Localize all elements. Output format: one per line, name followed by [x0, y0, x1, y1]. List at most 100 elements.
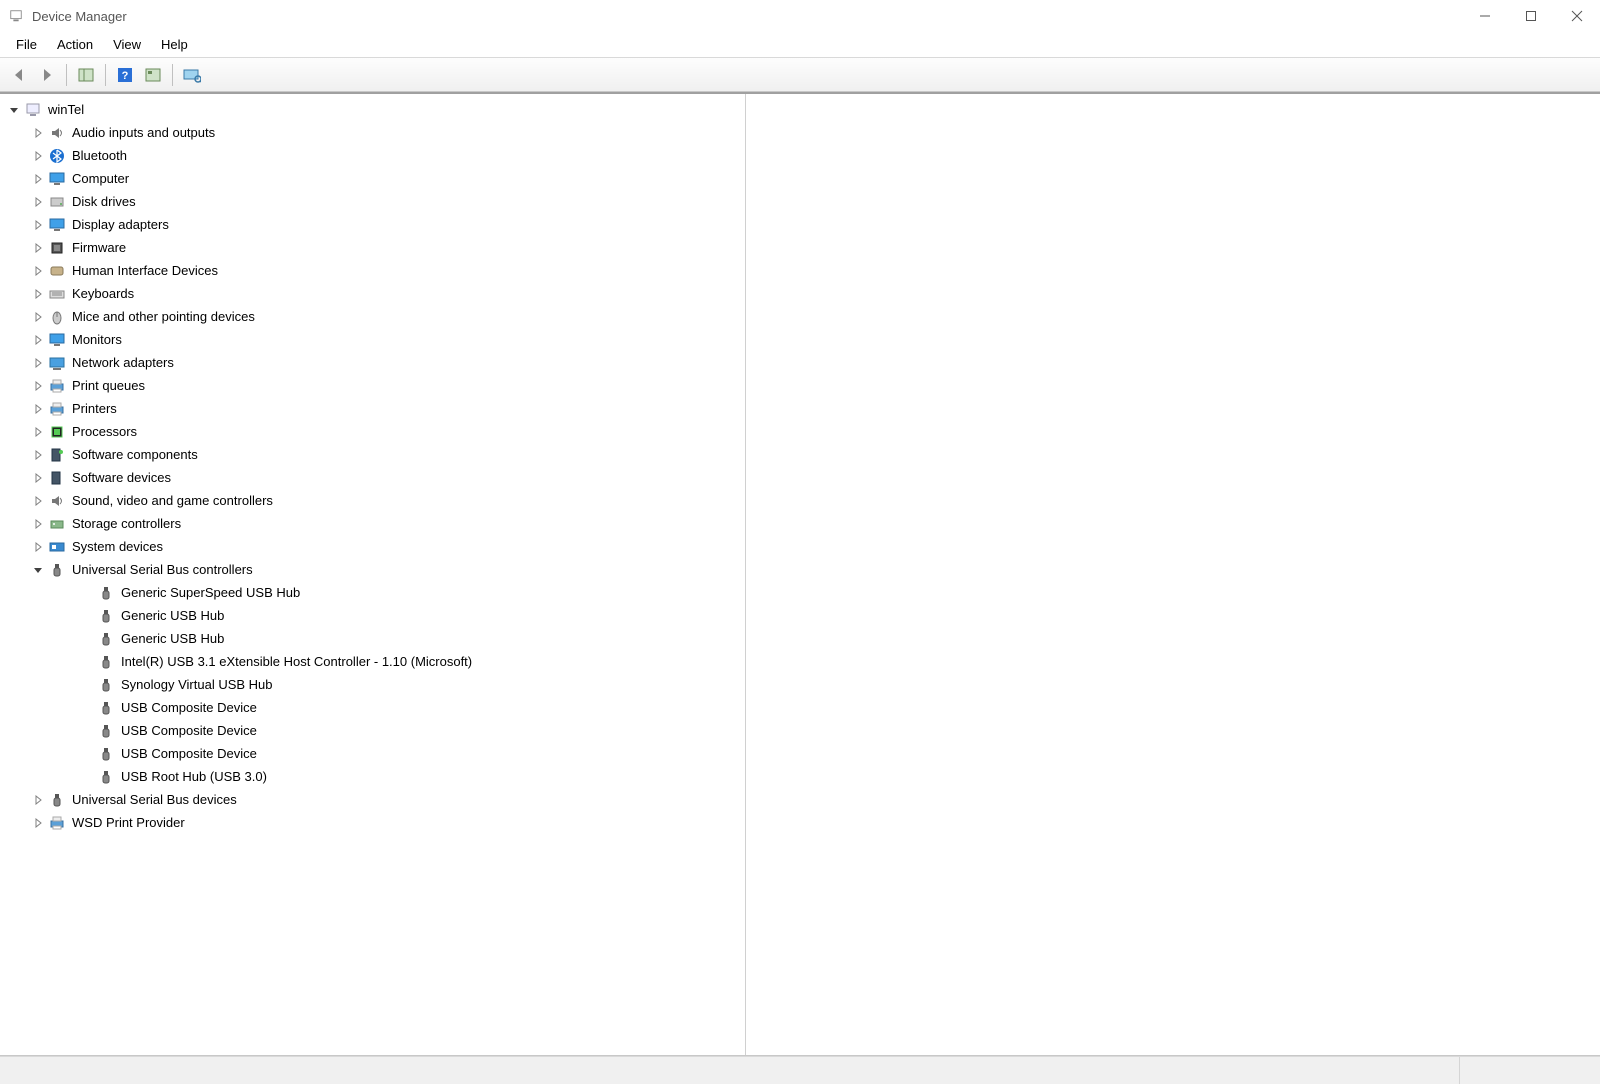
tree-category[interactable]: Keyboards [0, 282, 745, 305]
tree-device[interactable]: USB Composite Device [0, 696, 745, 719]
tree-device[interactable]: Generic USB Hub [0, 627, 745, 650]
tree-item-label: USB Composite Device [121, 700, 257, 715]
chevron-right-icon[interactable] [30, 309, 46, 325]
tree-root[interactable]: winTel [0, 98, 745, 121]
toolbar: ? [0, 58, 1600, 92]
tree-category[interactable]: WSD Print Provider [0, 811, 745, 834]
chevron-right-icon[interactable] [30, 332, 46, 348]
chevron-right-icon[interactable] [30, 148, 46, 164]
chevron-right-icon[interactable] [30, 424, 46, 440]
tree-item-label: Print queues [72, 378, 145, 393]
mouse-icon [48, 308, 66, 326]
properties-button[interactable] [140, 62, 166, 88]
tree-category[interactable]: Mice and other pointing devices [0, 305, 745, 328]
chevron-right-icon[interactable] [30, 240, 46, 256]
tree-category[interactable]: Universal Serial Bus devices [0, 788, 745, 811]
computer-root-icon [24, 101, 42, 119]
titlebar: Device Manager [0, 0, 1600, 32]
keyboard-icon [48, 285, 66, 303]
menu-view[interactable]: View [103, 35, 151, 54]
chevron-down-icon[interactable] [6, 102, 22, 118]
scan-hardware-button[interactable] [179, 62, 205, 88]
tree-device[interactable]: Intel(R) USB 3.1 eXtensible Host Control… [0, 650, 745, 673]
printer-icon [48, 400, 66, 418]
system-icon [48, 538, 66, 556]
svg-text:?: ? [122, 70, 129, 82]
chevron-right-icon[interactable] [30, 516, 46, 532]
toolbar-separator [172, 64, 173, 86]
tree-category[interactable]: Computer [0, 167, 745, 190]
tree-category[interactable]: Monitors [0, 328, 745, 351]
tree-device[interactable]: USB Root Hub (USB 3.0) [0, 765, 745, 788]
chevron-right-icon[interactable] [30, 286, 46, 302]
menu-action[interactable]: Action [47, 35, 103, 54]
tree-category[interactable]: Software devices [0, 466, 745, 489]
tree-category[interactable]: Storage controllers [0, 512, 745, 535]
chevron-right-icon[interactable] [30, 355, 46, 371]
printer-icon [48, 814, 66, 832]
minimize-button[interactable] [1462, 0, 1508, 32]
tree-category[interactable]: System devices [0, 535, 745, 558]
close-button[interactable] [1554, 0, 1600, 32]
tree-item-label: Software components [72, 447, 198, 462]
printer-icon [48, 377, 66, 395]
arrow-right-icon [39, 67, 55, 83]
tree-category[interactable]: Human Interface Devices [0, 259, 745, 282]
tree-category[interactable]: Sound, video and game controllers [0, 489, 745, 512]
tree-category[interactable]: Software components [0, 443, 745, 466]
chevron-right-icon[interactable] [30, 378, 46, 394]
chevron-right-icon[interactable] [30, 194, 46, 210]
chevron-right-icon[interactable] [30, 493, 46, 509]
tree-category[interactable]: Display adapters [0, 213, 745, 236]
show-hide-tree-button[interactable] [73, 62, 99, 88]
tree-category[interactable]: Audio inputs and outputs [0, 121, 745, 144]
tree-item-label: Firmware [72, 240, 126, 255]
tree-item-label: Keyboards [72, 286, 134, 301]
tree-category[interactable]: Print queues [0, 374, 745, 397]
menu-file[interactable]: File [6, 35, 47, 54]
chevron-right-icon[interactable] [30, 539, 46, 555]
menu-help[interactable]: Help [151, 35, 198, 54]
toolbar-separator [105, 64, 106, 86]
chevron-right-icon[interactable] [30, 263, 46, 279]
chevron-right-icon[interactable] [30, 815, 46, 831]
chevron-right-icon[interactable] [30, 171, 46, 187]
menubar: File Action View Help [0, 32, 1600, 58]
tree-device[interactable]: USB Composite Device [0, 719, 745, 742]
tree-device[interactable]: USB Composite Device [0, 742, 745, 765]
tree-device[interactable]: Generic SuperSpeed USB Hub [0, 581, 745, 604]
software-dev-icon [48, 469, 66, 487]
tree-item-label: Generic USB Hub [121, 608, 224, 623]
tree-category[interactable]: Processors [0, 420, 745, 443]
usb-icon [97, 722, 115, 740]
chevron-right-icon[interactable] [30, 401, 46, 417]
tree-category[interactable]: Printers [0, 397, 745, 420]
chevron-right-icon[interactable] [30, 125, 46, 141]
tree-category[interactable]: Network adapters [0, 351, 745, 374]
tree-item-label: winTel [48, 102, 84, 117]
tree-item-label: Disk drives [72, 194, 136, 209]
chevron-right-icon[interactable] [30, 792, 46, 808]
tree-category[interactable]: Firmware [0, 236, 745, 259]
tree-item-label: Synology Virtual USB Hub [121, 677, 273, 692]
tree-category[interactable]: Universal Serial Bus controllers [0, 558, 745, 581]
tree-pane-icon [78, 67, 94, 83]
forward-button[interactable] [34, 62, 60, 88]
chevron-right-icon[interactable] [30, 470, 46, 486]
window-title: Device Manager [32, 9, 127, 24]
device-tree[interactable]: winTel Audio inputs and outputs Bluetooth C… [0, 94, 745, 1055]
maximize-button[interactable] [1508, 0, 1554, 32]
chevron-right-icon[interactable] [30, 217, 46, 233]
tree-category[interactable]: Disk drives [0, 190, 745, 213]
chevron-right-icon[interactable] [30, 447, 46, 463]
back-button[interactable] [6, 62, 32, 88]
tree-item-label: Bluetooth [72, 148, 127, 163]
tree-device[interactable]: Generic USB Hub [0, 604, 745, 627]
chevron-down-icon[interactable] [30, 562, 46, 578]
tree-category[interactable]: Bluetooth [0, 144, 745, 167]
tree-device[interactable]: Synology Virtual USB Hub [0, 673, 745, 696]
hid-icon [48, 262, 66, 280]
help-button[interactable]: ? [112, 62, 138, 88]
tree-item-label: Generic SuperSpeed USB Hub [121, 585, 300, 600]
bluetooth-icon [48, 147, 66, 165]
